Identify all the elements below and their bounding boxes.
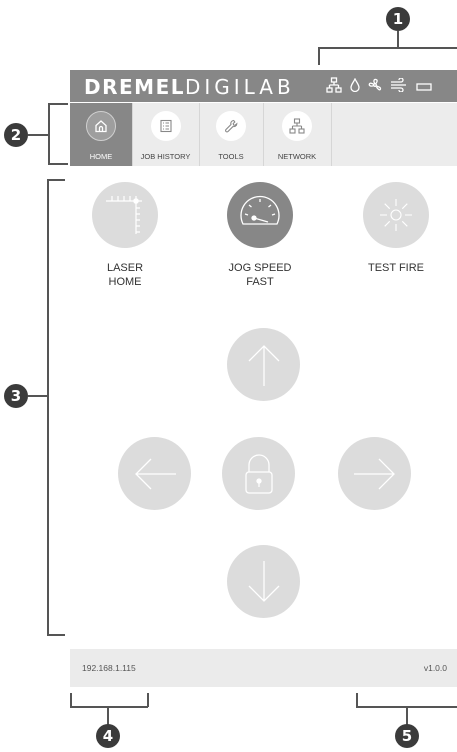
- callout-4-label: 4: [102, 727, 114, 745]
- lock-icon: [244, 453, 273, 494]
- tab-job-history-label: JOB HISTORY: [140, 152, 191, 161]
- callout-2: 2: [4, 123, 28, 147]
- firmware-version: v1.0.0: [423, 663, 447, 673]
- arrow-left-icon: [134, 458, 176, 489]
- jog-lock-button[interactable]: [222, 437, 295, 510]
- callout-1-bracket: [318, 47, 457, 49]
- jog-speed-button[interactable]: [227, 182, 293, 248]
- callout-2-label: 2: [10, 126, 22, 144]
- callout-3: 3: [4, 384, 28, 408]
- wrench-icon: [216, 111, 246, 141]
- main-tab-bar: HOME JOB HISTORY TOOLS NETWORK: [70, 103, 457, 166]
- air-flow-icon: [390, 77, 408, 97]
- network-icon: [326, 77, 342, 98]
- jog-right-button[interactable]: [338, 437, 411, 510]
- callout-4-stem: [107, 707, 109, 725]
- callout-1-label: 1: [392, 10, 404, 28]
- jog-up-button[interactable]: [227, 328, 300, 401]
- callout-4-bracket: [70, 706, 148, 708]
- brand-light-text: DIGILAB: [184, 75, 295, 99]
- jog-speed-label: JOG SPEED FAST: [215, 261, 305, 289]
- callout-2-bracket-bottom: [48, 163, 68, 165]
- callout-3-bracket-bottom: [47, 634, 65, 636]
- jog-down-button[interactable]: [227, 545, 300, 618]
- callout-1-bracket-left: [318, 47, 320, 65]
- callout-2-stem: [28, 134, 49, 136]
- callout-3-stem: [28, 395, 48, 397]
- fan-icon: [368, 78, 382, 97]
- tab-home-label: HOME: [89, 152, 113, 161]
- ip-address: 192.168.1.115: [82, 663, 136, 673]
- callout-5-label: 5: [401, 727, 413, 745]
- callout-4-bracket-left: [70, 693, 72, 707]
- arrow-right-icon: [353, 458, 395, 489]
- test-fire-label: TEST FIRE: [367, 262, 425, 274]
- callout-3-label: 3: [10, 387, 22, 405]
- laser-home-button[interactable]: [92, 182, 158, 248]
- callout-3-bracket-top: [47, 179, 65, 181]
- status-footer: 192.168.1.115 v1.0.0: [70, 649, 457, 687]
- app-header: DREMELDIGILAB: [70, 70, 457, 102]
- status-icons: [326, 77, 432, 98]
- tab-job-history[interactable]: JOB HISTORY: [132, 103, 200, 166]
- jog-left-button[interactable]: [118, 437, 191, 510]
- jog-speed-label-line1: JOG SPEED: [228, 262, 292, 274]
- laser-home-label: LASER HOME: [85, 261, 165, 289]
- test-fire-button[interactable]: [363, 182, 429, 248]
- tab-tools-label: TOOLS: [218, 152, 244, 161]
- tab-network[interactable]: NETWORK: [263, 103, 332, 166]
- callout-2-bracket-top: [48, 103, 68, 105]
- laser-home-icon: [106, 196, 142, 234]
- laser-home-label-line1: LASER: [106, 262, 144, 274]
- arrow-down-icon: [248, 560, 279, 602]
- home-icon: [86, 111, 116, 141]
- callout-5-bracket-left: [356, 693, 358, 707]
- callout-1-stem: [397, 31, 399, 48]
- sun-burst-icon: [380, 199, 412, 231]
- water-drop-icon: [350, 77, 360, 97]
- callout-4-bracket-right: [147, 693, 149, 707]
- list-icon: [150, 111, 181, 141]
- tab-network-label: NETWORK: [277, 152, 317, 161]
- battery-icon: [416, 79, 432, 97]
- network-icon: [282, 111, 312, 141]
- brand-bold-text: DREMEL: [84, 75, 185, 99]
- callout-2-bracket: [48, 103, 50, 165]
- speedometer-icon: [240, 195, 280, 225]
- tab-home[interactable]: HOME: [70, 103, 133, 166]
- tab-tools[interactable]: TOOLS: [199, 103, 264, 166]
- callout-4: 4: [96, 724, 120, 748]
- brand-logo: DREMELDIGILAB: [84, 75, 295, 99]
- callout-5: 5: [395, 724, 419, 748]
- arrow-up-icon: [248, 344, 279, 386]
- callout-5-stem: [406, 707, 408, 725]
- callout-3-bracket: [47, 179, 49, 636]
- jog-speed-label-line2: FAST: [246, 276, 274, 288]
- laser-home-label-line2: HOME: [108, 276, 142, 288]
- callout-1: 1: [386, 7, 410, 31]
